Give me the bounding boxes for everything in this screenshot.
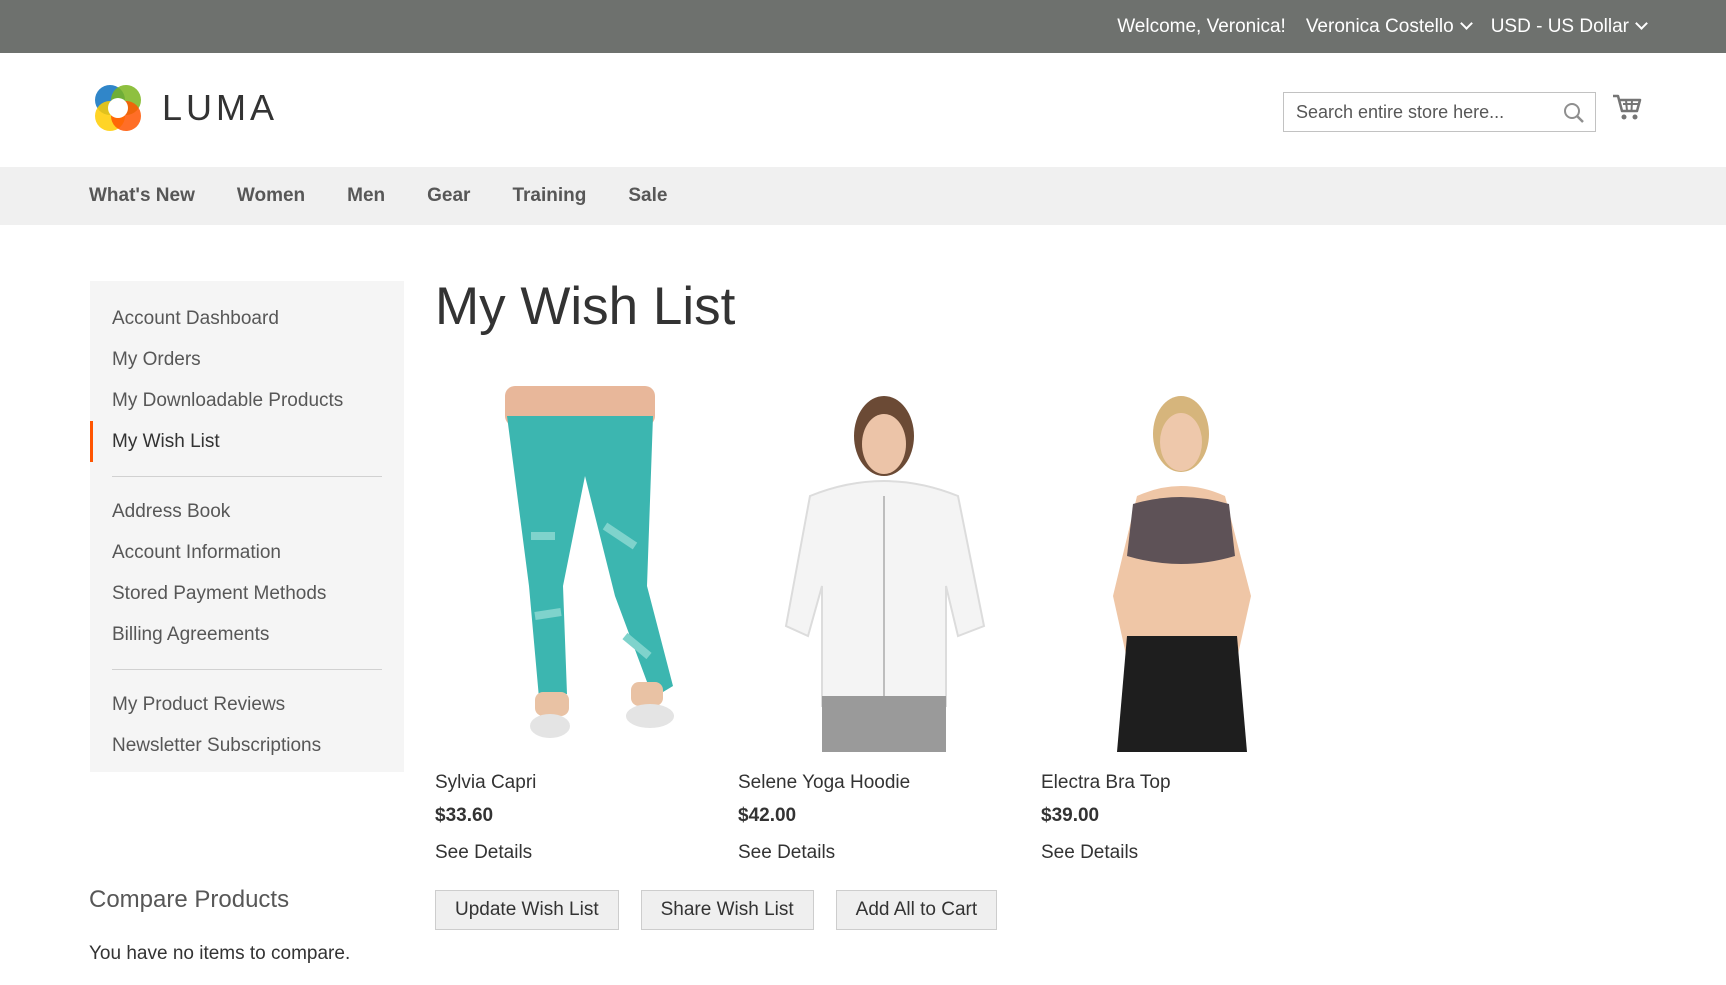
search-icon[interactable] xyxy=(1563,102,1585,124)
sidebar-item-downloadable-products[interactable]: My Downloadable Products xyxy=(90,380,404,421)
nav-item-women[interactable]: Women xyxy=(237,185,305,207)
wishlist-actions: Update Wish List Share Wish List Add All… xyxy=(435,890,998,930)
welcome-message: Welcome, Veronica! xyxy=(1117,15,1286,37)
nav-item-sale[interactable]: Sale xyxy=(628,185,667,207)
see-details-link[interactable]: See Details xyxy=(738,842,1025,864)
search-input[interactable] xyxy=(1284,93,1544,131)
product-name[interactable]: Selene Yoga Hoodie xyxy=(738,772,1025,794)
site-header: LUMA xyxy=(0,53,1726,167)
sidebar-item-stored-payment-methods[interactable]: Stored Payment Methods xyxy=(90,573,404,614)
nav-item-men[interactable]: Men xyxy=(347,185,385,207)
sidebar-item-account-dashboard[interactable]: Account Dashboard xyxy=(90,298,404,339)
account-name: Veronica Costello xyxy=(1305,15,1454,37)
compare-products-title: Compare Products xyxy=(89,886,290,913)
account-menu[interactable]: Veronica Costello xyxy=(1305,15,1473,38)
sidebar-divider xyxy=(112,669,382,670)
wishlist-item: Selene Yoga Hoodie $42.00 See Details xyxy=(738,386,1025,864)
account-sidebar: Account Dashboard My Orders My Downloada… xyxy=(90,281,404,772)
see-details-link[interactable]: See Details xyxy=(435,842,722,864)
luma-logo-icon xyxy=(95,85,141,131)
compare-empty-message: You have no items to compare. xyxy=(89,943,351,964)
currency-label: USD - US Dollar xyxy=(1490,15,1629,37)
sidebar-item-billing-agreements[interactable]: Billing Agreements xyxy=(90,614,404,655)
nav-item-whats-new[interactable]: What's New xyxy=(89,185,195,207)
sidebar-item-wish-list[interactable]: My Wish List xyxy=(90,421,404,462)
sidebar-divider xyxy=(112,476,382,477)
sidebar-item-account-information[interactable]: Account Information xyxy=(90,532,404,573)
search-box xyxy=(1283,92,1596,132)
chevron-down-icon xyxy=(1459,17,1473,30)
chevron-down-icon xyxy=(1635,17,1648,30)
product-image[interactable] xyxy=(738,386,1025,752)
product-name[interactable]: Electra Bra Top xyxy=(1041,772,1328,794)
nav-item-gear[interactable]: Gear xyxy=(427,185,470,207)
product-price: $42.00 xyxy=(738,805,797,826)
product-price: $39.00 xyxy=(1041,805,1100,826)
page-title: My Wish List xyxy=(435,277,736,336)
sidebar-item-address-book[interactable]: Address Book xyxy=(90,491,404,532)
main-navigation: What's New Women Men Gear Training Sale xyxy=(0,167,1726,225)
top-bar: Welcome, Veronica! Veronica Costello USD… xyxy=(0,0,1726,53)
currency-switcher[interactable]: USD - US Dollar xyxy=(1490,15,1648,38)
logo[interactable]: LUMA xyxy=(90,80,278,136)
sidebar-item-my-orders[interactable]: My Orders xyxy=(90,339,404,380)
update-wish-list-button[interactable]: Update Wish List xyxy=(435,890,619,930)
product-image[interactable] xyxy=(1041,386,1328,752)
cart-icon[interactable] xyxy=(1612,93,1642,121)
product-image[interactable] xyxy=(435,386,722,752)
product-name[interactable]: Sylvia Capri xyxy=(435,772,722,794)
wishlist-products: Sylvia Capri $33.60 See Details Selene Y… xyxy=(435,386,1328,864)
logo-text: LUMA xyxy=(162,87,279,128)
nav-item-training[interactable]: Training xyxy=(512,185,586,207)
top-links: Welcome, Veronica! Veronica Costello USD… xyxy=(1117,0,1648,53)
sidebar-item-product-reviews[interactable]: My Product Reviews xyxy=(90,684,404,725)
share-wish-list-button[interactable]: Share Wish List xyxy=(640,890,814,930)
see-details-link[interactable]: See Details xyxy=(1041,842,1328,864)
sidebar-item-newsletter-subscriptions[interactable]: Newsletter Subscriptions xyxy=(90,725,404,766)
add-all-to-cart-button[interactable]: Add All to Cart xyxy=(835,890,998,930)
wishlist-item: Sylvia Capri $33.60 See Details xyxy=(435,386,722,864)
product-price: $33.60 xyxy=(435,805,494,826)
wishlist-item: Electra Bra Top $39.00 See Details xyxy=(1041,386,1328,864)
